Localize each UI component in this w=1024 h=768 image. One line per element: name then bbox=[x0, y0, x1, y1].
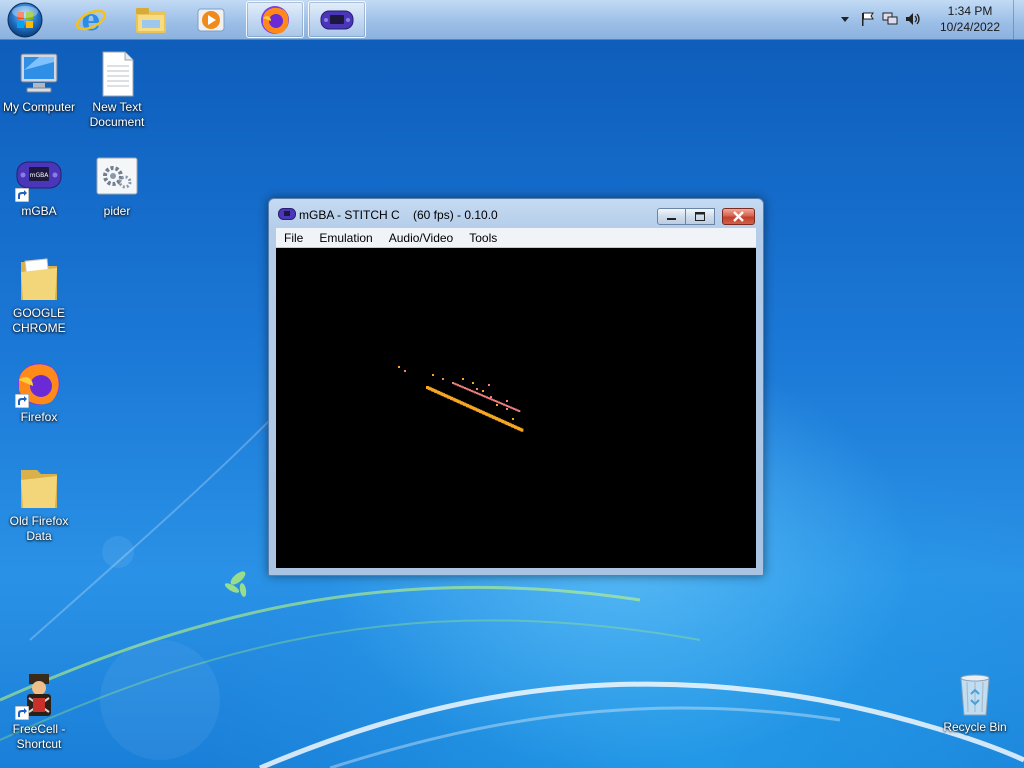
gba-icon bbox=[278, 208, 296, 220]
desktop-icon-old-firefox-data[interactable]: Old Firefox Data bbox=[0, 464, 78, 544]
minimize-icon bbox=[667, 218, 676, 220]
menu-bar: File Emulation Audio/Video Tools bbox=[276, 228, 756, 247]
desktop-icon-freecell-shortcut[interactable]: FreeCell - Shortcut bbox=[0, 672, 78, 752]
close-icon bbox=[733, 211, 744, 222]
folder-icon bbox=[21, 258, 57, 300]
volume-icon[interactable] bbox=[904, 11, 922, 27]
desktop-icon-pider[interactable]: pider bbox=[78, 154, 156, 219]
svg-text:e: e bbox=[81, 3, 100, 37]
desktop-icon-label: mGBA bbox=[21, 204, 57, 218]
system-tray: 1:34 PM 10/24/2022 bbox=[834, 0, 1024, 40]
text-document-icon bbox=[102, 51, 134, 97]
desktop-icon-label: Firefox bbox=[20, 410, 58, 424]
maximize-icon bbox=[695, 212, 705, 221]
desktop-icon-label-line1: FreeCell - bbox=[12, 722, 66, 736]
svg-text:mGBA: mGBA bbox=[30, 172, 50, 179]
taskbar-mgba-button[interactable] bbox=[308, 1, 366, 38]
computer-icon bbox=[20, 53, 58, 93]
folder-icon bbox=[136, 7, 166, 33]
gba-icon bbox=[320, 10, 354, 29]
desktop-icon-label-line1: GOOGLE bbox=[12, 306, 65, 320]
taskbar: e 1:34 PM 10/24/2022 bbox=[0, 0, 1024, 40]
desktop-icon-recycle-bin[interactable]: Recycle Bin bbox=[936, 670, 1014, 735]
firefox-icon bbox=[261, 5, 289, 34]
taskbar-explorer-button[interactable] bbox=[122, 1, 180, 38]
shortcut-arrow-icon bbox=[15, 706, 29, 720]
taskbar-firefox-button[interactable] bbox=[246, 1, 304, 38]
taskbar-ie-button[interactable]: e bbox=[62, 1, 120, 38]
desktop-icon-label-line2: Data bbox=[26, 529, 52, 543]
clock-time: 1:34 PM bbox=[947, 4, 993, 18]
desktop-icon-label-line2: Document bbox=[89, 115, 145, 129]
settings-file-icon bbox=[96, 157, 138, 195]
desktop-icon-new-text-document[interactable]: New Text Document bbox=[78, 50, 156, 130]
maximize-button[interactable] bbox=[686, 208, 715, 225]
network-icon[interactable] bbox=[882, 11, 898, 27]
desktop-icon-my-computer[interactable]: My Computer bbox=[0, 50, 78, 115]
window-titlebar[interactable]: mGBA - STITCH C (60 fps) - 0.10.0 bbox=[269, 199, 763, 229]
recycle-bin-icon bbox=[960, 674, 990, 716]
folder-icon bbox=[21, 470, 57, 508]
action-center-flag-icon[interactable] bbox=[860, 11, 876, 27]
clock-date: 10/24/2022 bbox=[939, 20, 1001, 34]
mgba-window: mGBA - STITCH C (60 fps) - 0.10.0 File E… bbox=[268, 198, 764, 576]
window-title: mGBA - STITCH C (60 fps) - 0.10.0 bbox=[299, 208, 498, 222]
taskbar-media-player-button[interactable] bbox=[182, 1, 240, 38]
desktop-icon-mgba[interactable]: mGBA mGBA bbox=[0, 154, 78, 219]
desktop-icon-label-line2: Shortcut bbox=[16, 737, 62, 751]
emulator-screen[interactable] bbox=[276, 248, 756, 568]
menu-audio-video[interactable]: Audio/Video bbox=[381, 231, 462, 245]
desktop-icon-google-chrome-folder[interactable]: GOOGLE CHROME bbox=[0, 256, 78, 336]
menu-emulation[interactable]: Emulation bbox=[311, 231, 380, 245]
desktop-icon-label-line2: CHROME bbox=[12, 321, 66, 335]
shortcut-arrow-icon bbox=[15, 394, 29, 408]
menu-file[interactable]: File bbox=[276, 231, 311, 245]
game-sprite-streak bbox=[398, 366, 524, 432]
windows-logo-icon bbox=[7, 2, 43, 38]
desktop-icon-firefox[interactable]: Firefox bbox=[0, 360, 78, 425]
close-button[interactable] bbox=[722, 208, 755, 225]
desktop-icon-label: Recycle Bin bbox=[943, 720, 1007, 734]
start-button[interactable] bbox=[6, 1, 44, 39]
media-player-icon bbox=[197, 8, 225, 31]
desktop-icon-label: My Computer bbox=[2, 100, 76, 114]
desktop-icon-label-line1: New Text bbox=[92, 100, 142, 114]
minimize-button[interactable] bbox=[657, 208, 686, 225]
tray-expand-icon[interactable] bbox=[840, 14, 850, 24]
desktop-icon-label-line1: Old Firefox bbox=[9, 514, 69, 528]
desktop-icon-label: pider bbox=[103, 204, 131, 218]
clock[interactable]: 1:34 PM 10/24/2022 bbox=[930, 3, 1010, 35]
menu-tools[interactable]: Tools bbox=[461, 231, 505, 245]
desktop: e 1:34 PM 10/24/2022 My Computer New Tex… bbox=[0, 0, 1024, 768]
ie-icon: e bbox=[75, 3, 107, 37]
show-desktop-button[interactable] bbox=[1013, 0, 1024, 40]
shortcut-arrow-icon bbox=[15, 188, 29, 202]
